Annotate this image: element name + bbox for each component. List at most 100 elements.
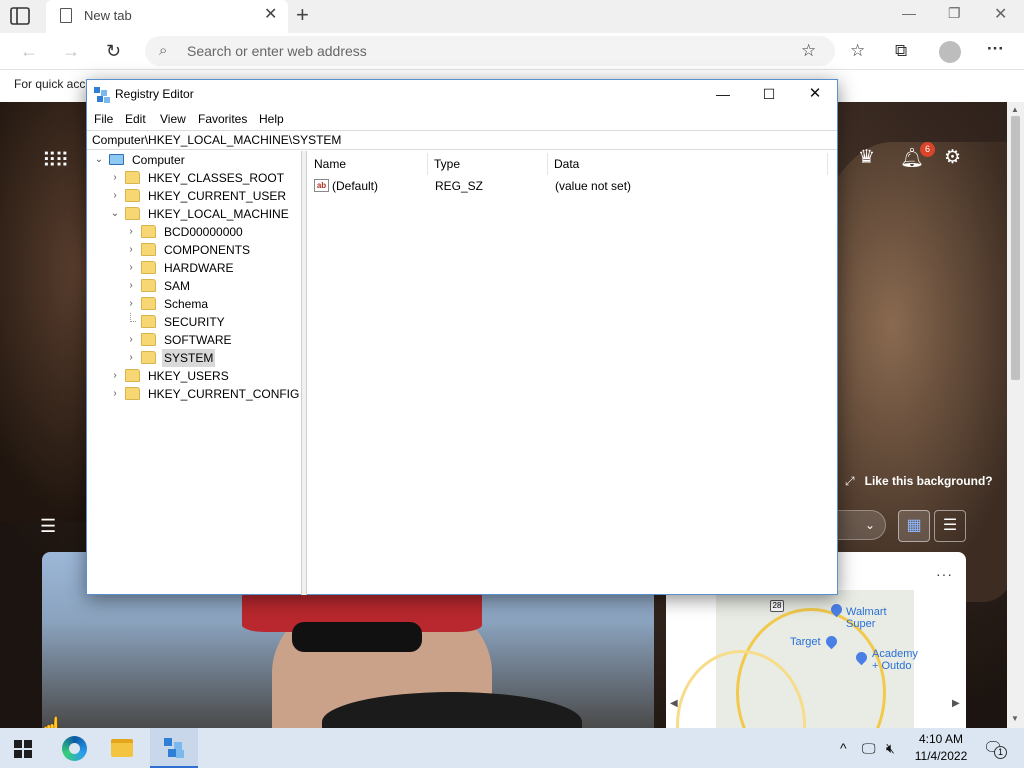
tab-new-tab[interactable]: New tab ✕ [46,0,288,33]
close-icon[interactable]: ✕ [994,4,1007,24]
column-header-type[interactable]: Type [428,153,548,175]
show-hidden-icons-chevron-icon[interactable]: ^ [840,739,847,757]
taskbar: ^ 🖵︎ 🔇︎ 4:10 AM 11/4/2022 🗨︎ 1 [0,728,1024,768]
new-tab-icon[interactable]: + [296,4,309,26]
restore-icon[interactable]: ❐ [948,5,961,22]
start-windows-icon[interactable] [14,740,32,758]
collections-icon[interactable]: ⧉ [895,41,907,61]
hand-cursor-icon: ☝ [38,716,65,728]
column-header-name[interactable]: Name [308,153,428,175]
notification-count: 1 [994,746,1007,759]
expand-icon[interactable]: › [125,295,137,313]
tree-label: HKEY_LOCAL_MACHINE [148,207,289,221]
value-data: (value not set) [555,179,632,193]
expand-icon[interactable]: › [125,349,137,367]
value-name: (Default) [332,179,379,193]
address-input[interactable] [187,38,787,64]
expand-icon[interactable]: › [125,331,137,349]
expand-icon[interactable]: › [109,187,121,205]
tree-label: SECURITY [164,315,225,329]
expand-icon[interactable]: › [125,241,137,259]
expand-icon[interactable]: › [125,259,137,277]
menu-edit[interactable]: Edit [125,112,146,126]
menu-bar: File Edit View Favorites Help [87,109,837,130]
page-scrollbar[interactable]: ▲ ▼ [1007,102,1024,728]
registry-editor-window: Registry Editor — ☐ ✕ File Edit View Fav… [86,79,838,595]
back-icon[interactable]: ← [20,41,38,61]
add-favorite-icon[interactable]: ☆ [801,41,816,61]
folder-icon [141,351,156,364]
collapse-icon[interactable]: ⌄ [93,151,105,169]
key-tree: ⌄ Computer › HKEY_CLASSES_ROOT › HKEY_CU… [87,151,302,595]
list-view-button[interactable]: ☰ [934,510,966,542]
menu-view[interactable]: View [160,112,186,126]
menu-icon[interactable]: ☰ [40,516,56,537]
menu-file[interactable]: File [94,112,113,126]
next-icon[interactable]: ▶ [952,698,960,709]
taskbar-registry-editor[interactable] [150,728,198,768]
taskbar-file-explorer[interactable] [98,728,146,768]
folder-icon [141,315,156,328]
folder-icon [141,243,156,256]
tree-label: BCD00000000 [164,225,243,239]
close-icon[interactable]: ✕ [795,84,835,106]
map-label: Academy [872,648,918,660]
profile-avatar[interactable] [939,41,961,63]
folder-icon [125,369,140,382]
forward-icon[interactable]: → [62,41,80,61]
registry-editor-icon [164,738,184,758]
folder-icon [141,261,156,274]
expand-icon[interactable]: › [125,277,137,295]
tree-label: SAM [164,279,191,293]
folder-open-icon [125,207,140,220]
maximize-icon[interactable]: ☐ [749,84,789,106]
page-icon [60,8,72,23]
apps-grid-icon[interactable]: ⠿⠿ [42,148,69,173]
more-icon[interactable]: ··· [987,39,1004,59]
chevron-down-icon: ⌄ [864,518,875,532]
grid-view-button[interactable]: ▦ [898,510,930,542]
settings-gear-icon[interactable]: ⚙ [944,146,961,169]
expand-icon[interactable]: › [125,223,137,241]
minimize-icon[interactable]: — [703,84,743,106]
folder-icon [125,171,140,184]
title-bar[interactable]: Registry Editor — ☐ ✕ [87,80,837,109]
string-value-icon: ab [314,179,329,192]
value-type: REG_SZ [435,179,484,193]
previous-icon[interactable]: ◀ [670,698,678,709]
more-options-icon[interactable]: ··· [936,566,953,582]
column-header-data[interactable]: Data [548,153,828,175]
close-tab-icon[interactable]: ✕ [264,6,277,24]
address-bar[interactable]: ⌕ ☆ [145,36,835,66]
tree-label: HKEY_CURRENT_CONFIG [148,387,300,401]
file-explorer-icon [111,739,133,757]
tab-actions-icon[interactable] [10,7,30,25]
refresh-icon[interactable]: ↻ [106,41,121,61]
like-background-link[interactable]: ⤢ Like this background? [845,474,993,489]
scroll-thumb[interactable] [1011,116,1020,380]
minimize-icon[interactable]: — [902,5,916,21]
map-area[interactable]: 28 Walmart Super Target Academy + Outdo [676,590,918,728]
expand-icon[interactable]: › [109,367,121,385]
folder-icon [141,333,156,346]
network-icon[interactable]: 🖵︎ [862,739,876,757]
volume-muted-icon[interactable]: 🔇︎ [886,739,895,757]
menu-help[interactable]: Help [259,112,284,126]
rewards-icon[interactable]: ♛ [858,146,875,169]
map-label: Target [790,636,821,648]
list-item[interactable]: ab (Default) REG_SZ (value not set) [308,177,837,195]
scroll-up-icon[interactable]: ▲ [1011,105,1019,114]
folder-icon [125,387,140,400]
computer-icon [109,154,124,165]
expand-icon[interactable]: › [109,169,121,187]
favorites-icon[interactable]: ☆ [850,41,865,61]
menu-favorites[interactable]: Favorites [198,112,247,126]
pane-splitter[interactable] [302,151,307,595]
taskbar-edge[interactable] [50,728,98,768]
address-path[interactable]: Computer\HKEY_LOCAL_MACHINE\SYSTEM [87,130,837,150]
tree-label: SYSTEM [162,349,216,367]
scroll-down-icon[interactable]: ▼ [1011,714,1019,723]
clock[interactable]: 4:10 AM 11/4/2022 [908,731,974,765]
collapse-icon[interactable]: ⌄ [109,205,121,223]
expand-icon[interactable]: › [109,385,121,403]
